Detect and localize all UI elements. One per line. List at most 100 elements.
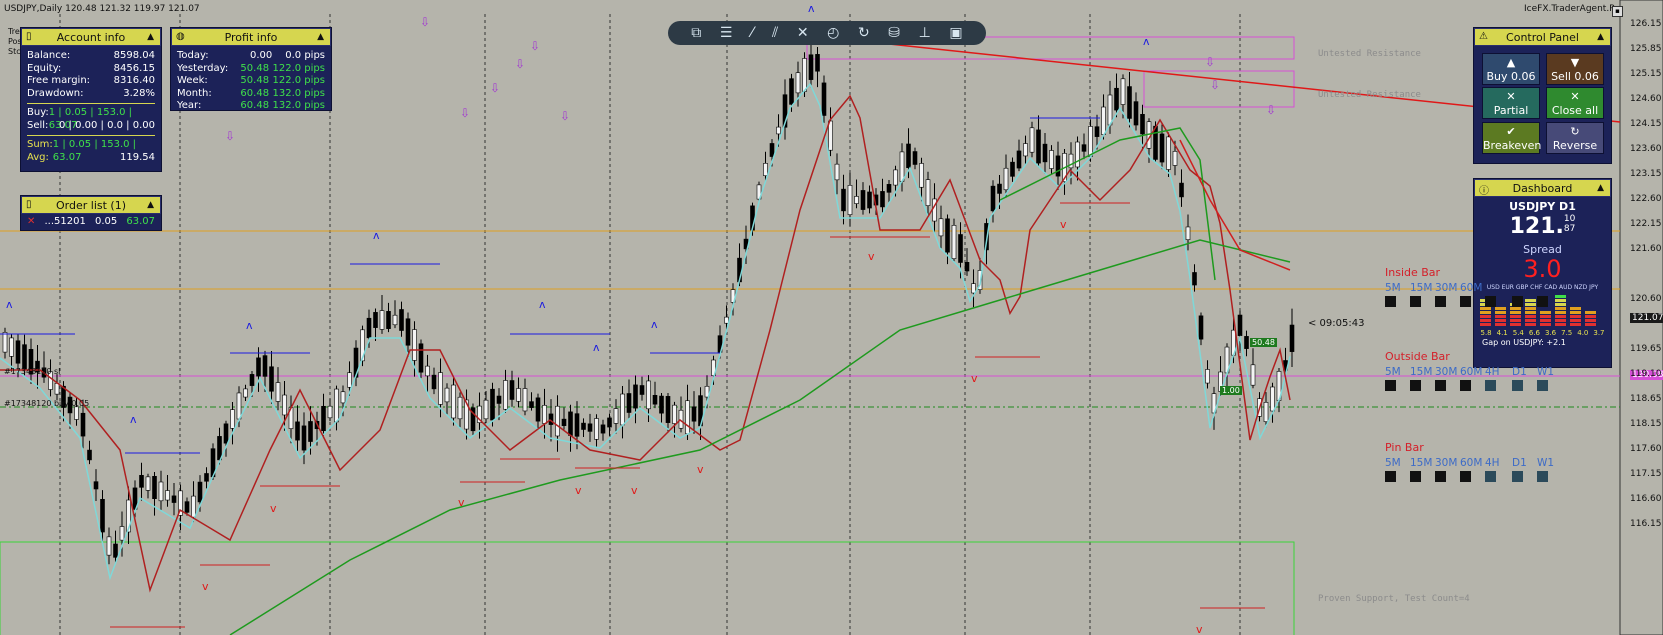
candle-body: [1127, 86, 1132, 119]
candle-body: [334, 388, 339, 423]
candle-body: [925, 179, 931, 206]
level-icon[interactable]: ⊥: [919, 25, 931, 41]
breakeven-button[interactable]: ✔ Breakeven: [1482, 122, 1541, 154]
pattern-signal-cell[interactable]: [1410, 380, 1421, 391]
candle-body: [1094, 126, 1100, 137]
partial-button[interactable]: ✕ Partial: [1482, 87, 1540, 119]
candle-body: [373, 312, 378, 328]
pattern-signal-cell[interactable]: [1485, 380, 1496, 391]
pattern-signal-cell[interactable]: [1537, 471, 1548, 482]
panel-icon: ▯: [26, 31, 32, 42]
candle-body: [197, 481, 203, 503]
pattern-signal-cell[interactable]: [1435, 471, 1446, 482]
down-fractal-arrow: v: [575, 484, 582, 497]
candle-body: [87, 449, 92, 461]
control-panel-header[interactable]: ⚠ Control Panel ▲: [1474, 28, 1611, 46]
purple-signal-arrow: ⇩: [530, 39, 540, 53]
candle-body: [54, 383, 60, 395]
pattern-signal-cell[interactable]: [1512, 380, 1523, 391]
candle-body: [613, 408, 619, 424]
pattern-signal-cell[interactable]: [1460, 296, 1471, 307]
sell-button[interactable]: ▼ Sell 0.06: [1546, 53, 1604, 85]
pattern-signal-cell[interactable]: [1460, 380, 1471, 391]
candle-body: [581, 422, 586, 430]
close-all-button[interactable]: ✕ Close all: [1546, 87, 1604, 119]
candle-body: [1107, 94, 1113, 126]
trendline-icon[interactable]: ⁄: [751, 25, 753, 41]
pattern-signal-cell[interactable]: [1410, 471, 1421, 482]
candle-body: [847, 185, 853, 215]
pattern-signal-cell[interactable]: [1410, 296, 1421, 307]
pattern-signal-cell[interactable]: [1485, 471, 1496, 482]
profit-info-header[interactable]: ◍ Profit info ▲: [171, 28, 331, 46]
pattern-signal-cell[interactable]: [1385, 380, 1396, 391]
close-order-icon[interactable]: ✕: [27, 216, 35, 229]
down-fractal-arrow: v: [631, 484, 638, 497]
candle-body: [542, 405, 547, 424]
collapse-icon[interactable]: ▲: [1597, 32, 1604, 42]
pattern-timeframe: D1: [1512, 457, 1527, 469]
up-fractal-arrow: ʌ: [373, 229, 380, 242]
candle-body: [886, 184, 892, 193]
pattern-signal-cell[interactable]: [1385, 471, 1396, 482]
refresh-icon[interactable]: ↻: [858, 25, 870, 41]
order-row[interactable]: ✕ ...51201 0.05 63.07: [21, 214, 161, 229]
pattern-signal-cell[interactable]: [1537, 380, 1548, 391]
pattern-signal-cell[interactable]: [1512, 471, 1523, 482]
check-icon: ✔: [1506, 125, 1516, 138]
new-window-icon[interactable]: ⧉: [691, 25, 701, 41]
pattern-timeframe: 4H: [1485, 366, 1500, 378]
pattern-signal-cell[interactable]: [1460, 471, 1471, 482]
strength-bar-segment: [1540, 323, 1551, 326]
clock-icon[interactable]: ◴: [827, 25, 839, 41]
pattern-signal-cell[interactable]: [1385, 296, 1396, 307]
candle-body: [906, 143, 911, 168]
database-icon[interactable]: ⛁: [888, 25, 900, 41]
up-fractal-arrow: ʌ: [1143, 35, 1150, 48]
price-axis-label: 125.15: [1630, 69, 1662, 79]
dashboard-header[interactable]: ⓘ Dashboard ▲: [1474, 179, 1611, 197]
candle-body: [990, 185, 996, 212]
collapse-icon[interactable]: ▲: [147, 32, 154, 42]
candle-body: [1088, 126, 1093, 157]
drawing-toolbar: ⧉ ☰ ⁄ ⫽ ✕ ◴ ↻ ⛁ ⊥ ▣: [668, 21, 986, 45]
strength-bar-segment: [1525, 303, 1536, 306]
strength-bar-segment: [1495, 311, 1506, 314]
pattern-signal-cell[interactable]: [1435, 380, 1446, 391]
camera-icon[interactable]: ▣: [949, 25, 962, 41]
zone-label-resistance-1: Untested Resistance: [1318, 49, 1421, 59]
collapse-icon[interactable]: ▲: [317, 32, 324, 42]
trade-profit-box[interactable]: 50.48: [1250, 338, 1277, 347]
candle-body: [93, 481, 99, 490]
pattern-signal-cell[interactable]: [1485, 296, 1496, 307]
strength-bar-segment: [1510, 323, 1521, 326]
buy-arrow-icon: ▲: [1506, 56, 1516, 69]
buy-button[interactable]: ▲ Buy 0.06: [1482, 53, 1540, 85]
account-buy-row: Buy: 1 | 0.05 | 153.0 | 63.07: [27, 107, 133, 131]
price-axis-label: 119.10: [1630, 369, 1662, 379]
pattern-timeframe: 30M: [1435, 282, 1458, 294]
collapse-icon[interactable]: ▲: [1597, 183, 1604, 193]
menu-icon[interactable]: ☰: [720, 25, 733, 41]
strength-bar-segment: [1555, 311, 1566, 314]
collapse-icon[interactable]: ▲: [147, 200, 154, 210]
broker-close-icon[interactable]: ▪: [1612, 6, 1623, 17]
pattern-timeframe: W1: [1537, 366, 1555, 378]
order-list-header[interactable]: ▯ Order list (1) ▲: [21, 196, 161, 214]
strength-bar-segment: [1510, 307, 1521, 310]
down-fractal-arrow: v: [868, 250, 875, 263]
up-fractal-arrow: ʌ: [6, 298, 13, 311]
trade-lots-box[interactable]: 1.00: [1220, 386, 1242, 395]
pattern-timeframe: D1: [1512, 366, 1527, 378]
channel-icon[interactable]: ⫽: [772, 25, 778, 41]
reverse-button[interactable]: ↻ Reverse: [1546, 122, 1604, 154]
pattern-signal-cell[interactable]: [1537, 296, 1548, 307]
strength-bar-segment: [1585, 319, 1596, 322]
pattern-signal-cell[interactable]: [1435, 296, 1446, 307]
pattern-signal-cell[interactable]: [1512, 296, 1523, 307]
strength-bar-segment: [1540, 319, 1551, 322]
crosshair-icon[interactable]: ✕: [797, 25, 809, 41]
down-fractal-arrow: v: [971, 372, 978, 385]
account-info-header[interactable]: ▯ Account info ▲: [21, 28, 161, 46]
price-axis-label: 119.65: [1630, 344, 1662, 354]
